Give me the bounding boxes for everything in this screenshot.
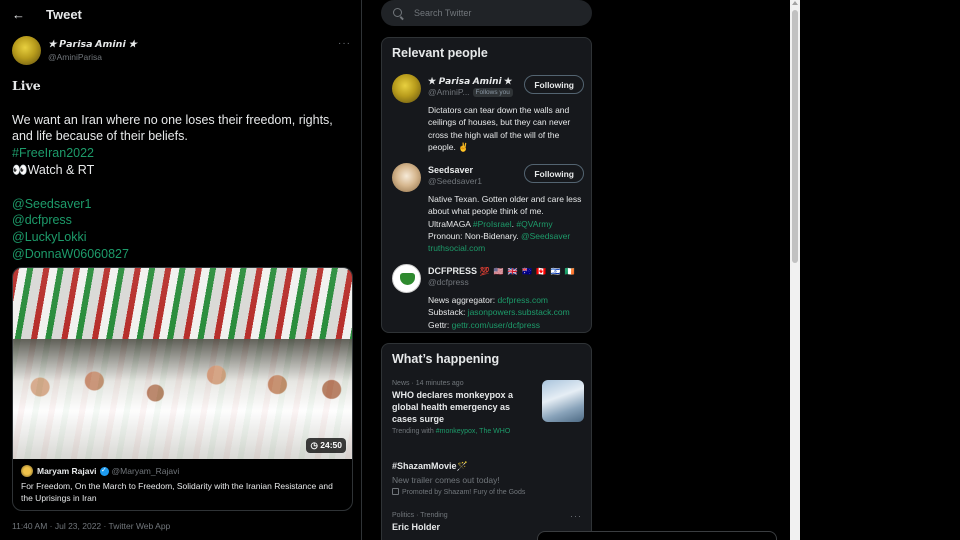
person-bio: Dictators can tear down the walls and ce… [428, 105, 571, 152]
tweet-author[interactable]: ★ 𝙋𝙖𝙧𝙞𝙨𝙖 𝘼𝙢𝙞𝙣𝙞 ★ @AminiParisa ··· [12, 36, 353, 66]
person-card[interactable]: ★ 𝙋𝙖𝙧𝙞𝙨𝙖 𝘼𝙢𝙞𝙣𝙞 ★ @AminiP... Follows you F… [392, 74, 584, 154]
relevant-people-panel: Relevant people ★ 𝙋𝙖𝙧𝙞𝙨𝙖 𝘼𝙢𝙞𝙣𝙞 ★ @AminiP… [381, 37, 592, 333]
scrollbar[interactable] [790, 0, 800, 540]
panel-title: Relevant people [392, 46, 488, 60]
video-duration: ◷ 24:50 [306, 438, 346, 453]
verified-badge-icon [99, 466, 109, 476]
tweet-timestamp[interactable]: 11:40 AM · Jul 23, 2022 · Twitter Web Ap… [12, 521, 170, 531]
bio-url-link[interactable]: jasonpowers.substack.com [468, 307, 570, 317]
quote-text: For Freedom, On the March to Freedom, So… [21, 481, 333, 503]
person-card[interactable]: Seedsaver @Seedsaver1 Following Native T… [392, 163, 584, 253]
hashtag-link[interactable]: #monkeypox, The WHO [436, 428, 511, 435]
search-icon [393, 7, 404, 19]
person-bio: News aggregator: dcfpress.com Substack: … [428, 295, 570, 330]
bio-url-link[interactable]: dcfpress.com [497, 295, 548, 305]
messages-drawer[interactable] [537, 531, 777, 540]
whats-happening-panel: What’s happening News · 14 minutes ago W… [381, 343, 592, 540]
tweet-watch-line: 👀Watch & RT [12, 162, 95, 177]
hashtag-link[interactable]: #ProIsrael [473, 219, 512, 229]
mention-link[interactable]: @Seedsaver1 [12, 196, 348, 213]
promoted-icon [392, 488, 399, 495]
mention-link[interactable]: @DonnaW06060827 [12, 246, 348, 263]
author-name[interactable]: ★ 𝙋𝙖𝙧𝙞𝙨𝙖 𝘼𝙢𝙞𝙣𝙞 ★ [48, 39, 137, 50]
clock-icon: ◷ [310, 440, 318, 450]
quote-tweet[interactable]: Maryam Rajavi @Maryam_Rajavi For Freedom… [13, 459, 352, 510]
tweet-text: 𝐋𝐢𝐯𝐞 We want an Iran where no one loses … [12, 78, 348, 263]
tweet-live-label: 𝐋𝐢𝐯𝐞 [12, 78, 41, 93]
trend-item[interactable]: News · 14 minutes ago WHO declares monke… [392, 380, 584, 446]
search-input[interactable] [414, 8, 574, 18]
quote-author-name[interactable]: Maryam Rajavi [37, 466, 97, 476]
scroll-up-arrow-icon[interactable] [792, 1, 798, 5]
trend-title[interactable]: #ShazamMovie🪄 [392, 460, 584, 472]
hashtag-link[interactable]: #FreeIran2022 [12, 145, 348, 162]
video-thumbnail[interactable]: ◷ 24:50 [13, 268, 352, 459]
author-handle[interactable]: @AminiParisa [48, 52, 102, 62]
tweet-column: ← Tweet ★ 𝙋𝙖𝙧𝙞𝙨𝙖 𝘼𝙢𝙞𝙣𝙞 ★ @AminiParisa ··… [0, 0, 362, 540]
person-handle[interactable]: @Seedsaver1 [428, 176, 482, 186]
more-options-icon[interactable]: ··· [570, 511, 582, 521]
hashtag-link[interactable]: #QVArmy [516, 219, 552, 229]
person-bio: Native Texan. Gotten older and care less… [428, 194, 582, 254]
trend-title[interactable]: WHO declares monkeypox a global health e… [392, 389, 532, 425]
quoted-media-card[interactable]: ◷ 24:50 Maryam Rajavi @Maryam_Rajavi For… [12, 267, 353, 511]
panel-title: What’s happening [392, 352, 500, 366]
news-thumbnail[interactable] [542, 380, 584, 422]
avatar[interactable] [392, 163, 421, 192]
avatar[interactable] [392, 264, 421, 293]
avatar[interactable] [21, 465, 33, 477]
avatar[interactable] [12, 36, 41, 65]
trend-subtitle: Trending with #monkeypox, The WHO [392, 428, 511, 435]
person-name[interactable]: DCFPRESS 💯 🇺🇸 🇬🇧 🇦🇺 🇨🇦 🇮🇱 🇮🇪 [428, 266, 576, 276]
avatar[interactable] [392, 74, 421, 103]
tweet-body: We want an Iran where no one loses their… [12, 112, 333, 144]
rally-crowd-image [13, 339, 352, 459]
mention-link[interactable]: @Seedsaver [521, 231, 570, 241]
mention-link[interactable]: @LuckyLokki [12, 229, 348, 246]
person-name[interactable]: Seedsaver [428, 165, 473, 175]
person-handle[interactable]: @dcfpress [428, 277, 469, 287]
more-options-icon[interactable]: ··· [338, 38, 351, 49]
tweet-header: ← Tweet [0, 0, 361, 28]
page-title: Tweet [46, 6, 82, 22]
follows-you-badge: Follows you [472, 88, 513, 97]
person-handle[interactable]: @AminiP... Follows you [428, 87, 513, 97]
trend-meta: Politics · Trending [392, 512, 448, 519]
bio-url-link[interactable]: truthsocial.com [428, 243, 485, 253]
trend-description: New trailer comes out today! [392, 475, 500, 485]
quote-author-handle[interactable]: @Maryam_Rajavi [112, 466, 180, 476]
scrollbar-thumb[interactable] [792, 10, 798, 263]
arrow-left-icon[interactable]: ← [12, 7, 46, 22]
bio-url-link[interactable]: gettr.com/user/dcfpress [452, 320, 540, 330]
promoted-label: Promoted by Shazam! Fury of the Gods [392, 488, 584, 496]
person-card[interactable]: DCFPRESS 💯 🇺🇸 🇬🇧 🇦🇺 🇨🇦 🇮🇱 🇮🇪 @dcfpress N… [392, 264, 584, 330]
flag-emojis: 💯 🇺🇸 🇬🇧 🇦🇺 🇨🇦 🇮🇱 🇮🇪 [479, 267, 576, 276]
following-button[interactable]: Following [524, 164, 584, 183]
mention-link[interactable]: @dcfpress [12, 212, 348, 229]
person-name[interactable]: ★ 𝙋𝙖𝙧𝙞𝙨𝙖 𝘼𝙢𝙞𝙣𝙞 ★ [428, 76, 512, 87]
following-button[interactable]: Following [524, 75, 584, 94]
trend-item[interactable]: #ShazamMovie🪄 New trailer comes out toda… [392, 458, 584, 500]
search-bar[interactable] [381, 0, 592, 26]
